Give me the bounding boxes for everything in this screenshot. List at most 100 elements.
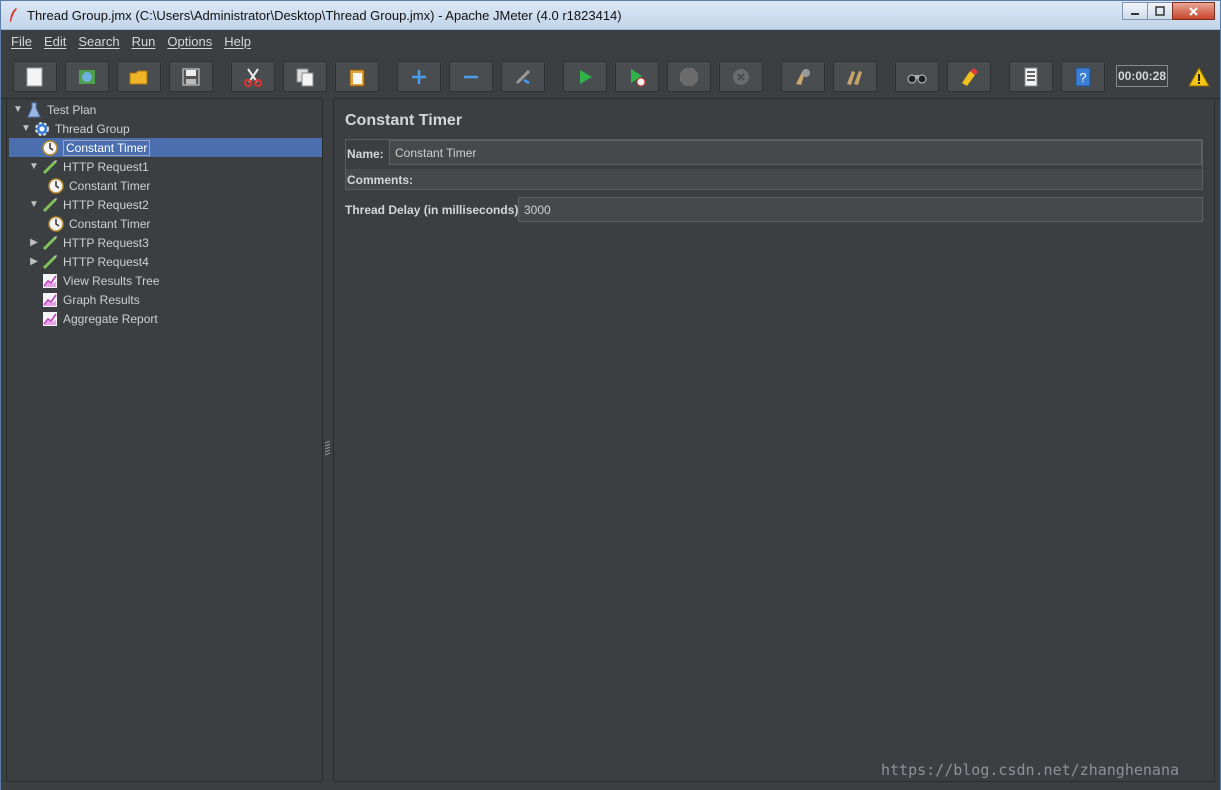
test-plan-tree: ▼ Test Plan ▼ Thread Group Constant Time… [6, 98, 323, 782]
name-comments-group: Name: Constant Timer Comments: [345, 139, 1203, 190]
collapse-toggle-icon[interactable]: ▼ [29, 199, 39, 210]
close-icon [1189, 6, 1198, 16]
comments-label: Comments: [347, 173, 414, 187]
tree-item-aggregate-report[interactable]: Aggregate Report [42, 309, 158, 328]
listener-icon [42, 311, 58, 327]
panel-title: Constant Timer [345, 112, 463, 129]
minimize-icon [1131, 13, 1139, 15]
tree-item-label: View Results Tree [63, 273, 160, 288]
new-button[interactable] [13, 61, 57, 92]
thread-delay-label: Thread Delay (in milliseconds): [345, 203, 523, 217]
function-helper-button[interactable] [1009, 61, 1053, 92]
start-no-timers-button[interactable] [615, 61, 659, 92]
paste-button[interactable] [335, 61, 379, 92]
watermark-text: https://blog.csdn.net/zhanghenana [881, 761, 1180, 779]
tree-item-label: Graph Results [63, 292, 140, 307]
sampler-icon [42, 197, 58, 213]
toggle-button[interactable] [501, 61, 545, 92]
menu-search[interactable]: Search [78, 34, 119, 49]
paste-icon [349, 69, 365, 86]
clear-all-button[interactable] [833, 61, 877, 92]
new-icon [26, 67, 43, 86]
name-input[interactable]: Constant Timer [389, 140, 1202, 165]
tree-item-constant-timer-selected[interactable]: Constant Timer [9, 138, 322, 157]
clear-icon [796, 68, 810, 85]
open-icon [129, 70, 148, 84]
cut-button[interactable] [231, 61, 275, 92]
menu-file[interactable]: File [11, 34, 32, 49]
sampler-icon [42, 159, 58, 175]
thread-group-icon [34, 121, 50, 137]
tree-item-http-request1[interactable]: ▼ HTTP Request1 [29, 157, 149, 176]
title-bar[interactable]: Thread Group.jmx (C:\Users\Administrator… [1, 1, 1220, 30]
sampler-icon [42, 235, 58, 251]
shutdown-button[interactable] [719, 61, 763, 92]
collapse-toggle-icon[interactable]: ▼ [29, 161, 39, 172]
tree-item-graph-results[interactable]: Graph Results [42, 290, 140, 309]
search-icon [907, 74, 927, 83]
tree-item-http-request2[interactable]: ▼ HTTP Request2 [29, 195, 149, 214]
maximize-button[interactable] [1147, 2, 1173, 20]
tree-item-label: HTTP Request1 [63, 159, 149, 174]
panel-splitter[interactable] [323, 98, 333, 782]
collapse-toggle-icon[interactable]: ▼ [13, 104, 23, 115]
tree-item-test-plan[interactable]: ▼ Test Plan [13, 100, 96, 119]
menu-bar: File Edit Search Run Options Help [1, 30, 1220, 52]
expand-toggle-icon[interactable]: ▶ [29, 256, 39, 267]
timer-icon [42, 139, 58, 156]
name-label: Name: [347, 147, 384, 161]
jmeter-window: Thread Group.jmx (C:\Users\Administrator… [0, 0, 1221, 790]
copy-button[interactable] [283, 61, 327, 92]
start-button[interactable] [563, 61, 607, 92]
reset-search-button[interactable] [947, 61, 991, 92]
tree-item-http-request4[interactable]: ▶ HTTP Request4 [29, 252, 149, 271]
splitter-grip-icon[interactable] [325, 441, 330, 457]
warning-icon[interactable] [1188, 67, 1210, 87]
help-button[interactable]: ? [1061, 61, 1105, 92]
clear-all-icon [847, 70, 862, 85]
search-button[interactable] [895, 61, 939, 92]
tree-item-label: Constant Timer [63, 139, 151, 156]
stop-button[interactable] [667, 61, 711, 92]
tree-item-label: Aggregate Report [63, 311, 158, 326]
help-icon: ? [1075, 67, 1091, 86]
window-title: Thread Group.jmx (C:\Users\Administrator… [27, 8, 622, 23]
tree-item-http-request3[interactable]: ▶ HTTP Request3 [29, 233, 149, 252]
tree-item-thread-group[interactable]: ▼ Thread Group [21, 119, 130, 138]
comments-input[interactable] [346, 169, 1202, 189]
timer-icon [48, 177, 64, 194]
templates-button[interactable] [65, 61, 109, 92]
tree-item-label: HTTP Request3 [63, 235, 149, 250]
element-editor-panel: Constant Timer Name: Constant Timer Comm… [333, 98, 1215, 782]
menu-options[interactable]: Options [167, 34, 212, 49]
expand-toggle-icon[interactable]: ▶ [29, 237, 39, 248]
collapse-icon [464, 75, 478, 78]
start-icon [580, 69, 592, 84]
tree-item-label: HTTP Request2 [63, 197, 149, 212]
stop-icon [680, 67, 698, 86]
shutdown-icon [733, 68, 749, 85]
close-button[interactable] [1172, 2, 1215, 20]
clear-button[interactable] [781, 61, 825, 92]
listener-icon [42, 292, 58, 308]
save-button[interactable] [169, 61, 213, 92]
tree-item-view-results-tree[interactable]: View Results Tree [42, 271, 160, 290]
test-plan-icon [26, 102, 42, 118]
maximize-icon [1155, 6, 1165, 16]
reset-search-icon [962, 67, 978, 86]
start-no-timers-icon [631, 68, 646, 86]
thread-delay-input[interactable]: 3000 [518, 197, 1203, 222]
collapse-all-button[interactable] [449, 61, 493, 92]
tree-item-constant-timer-1[interactable]: Constant Timer [48, 176, 150, 195]
expand-all-button[interactable] [397, 61, 441, 92]
menu-run[interactable]: Run [132, 34, 156, 49]
open-button[interactable] [117, 61, 161, 92]
menu-edit[interactable]: Edit [44, 34, 66, 49]
tree-item-label: Test Plan [47, 102, 97, 117]
tree-item-constant-timer-2[interactable]: Constant Timer [48, 214, 150, 233]
menu-help[interactable]: Help [224, 34, 251, 49]
minimize-button[interactable] [1122, 2, 1148, 20]
collapse-toggle-icon[interactable]: ▼ [21, 123, 31, 134]
svg-text:?: ? [1079, 70, 1086, 85]
toggle-icon [515, 69, 531, 84]
